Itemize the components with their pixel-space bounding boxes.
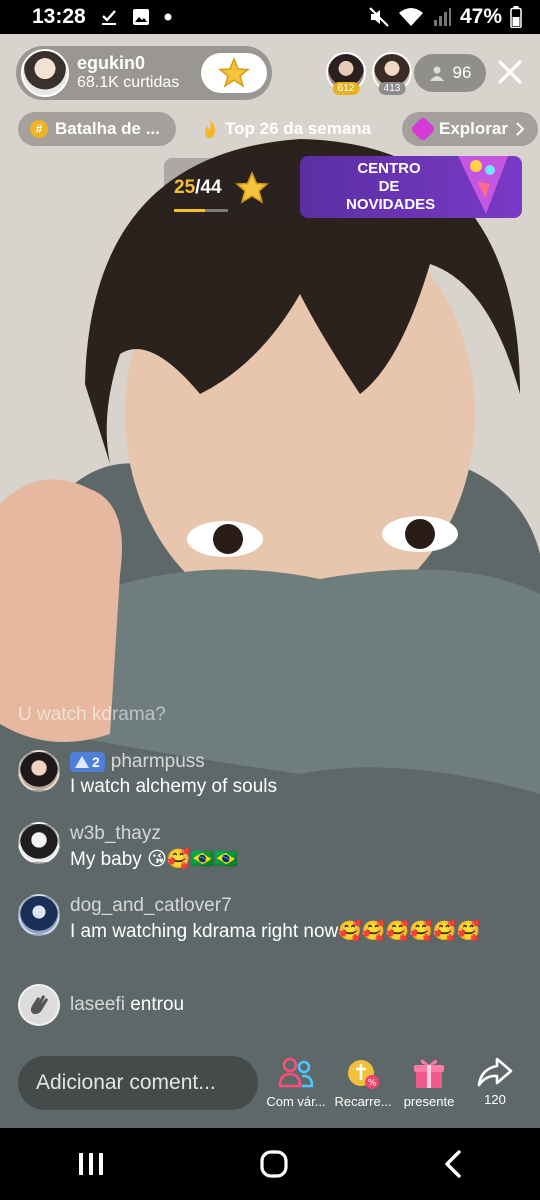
share-button[interactable]: 120	[459, 1056, 531, 1107]
chat-username[interactable]: dog_and_catlover7	[70, 894, 232, 919]
mute-icon	[368, 6, 390, 28]
chat-message[interactable]: w3b_thayz My baby 😘🥰🇧🇷🇧🇷	[18, 822, 518, 872]
recent-apps-icon[interactable]	[76, 1150, 106, 1178]
goal-progress-fill	[174, 209, 205, 212]
recharge-button[interactable]: % Recarre...	[327, 1056, 399, 1109]
hashtag-icon: #	[30, 120, 48, 138]
faded-message-text: U watch kdrama?	[18, 704, 166, 725]
multi-guest-icon	[278, 1057, 314, 1088]
explore-pill[interactable]: Explorar	[402, 112, 538, 146]
goal-count: 25/44	[174, 177, 222, 199]
host-username: egukin0	[77, 53, 146, 74]
chat-emoji: 🥰🥰🥰🥰🥰🥰	[338, 919, 481, 942]
back-icon[interactable]	[442, 1149, 464, 1179]
multi-guest-button[interactable]: Com vár...	[260, 1056, 332, 1109]
system-nav-bar	[0, 1128, 540, 1200]
host-likes: 68.1K curtidas	[77, 74, 180, 92]
recharge-coin-icon: %	[348, 1060, 379, 1089]
host-info[interactable]: egukin0 68.1K curtidas	[16, 46, 272, 100]
user-level-badge: 2	[70, 752, 105, 773]
wave-avatar	[18, 984, 60, 1026]
signal-icon	[432, 7, 452, 27]
goal-star-icon	[234, 171, 269, 204]
battery-icon	[510, 6, 522, 28]
chat-text: My baby	[70, 848, 148, 870]
clock: 13:28	[32, 5, 86, 28]
chat-avatar[interactable]	[18, 750, 60, 792]
wifi-icon	[398, 6, 424, 28]
gift-label: presente	[403, 1094, 455, 1109]
close-icon	[498, 60, 522, 84]
close-button[interactable]	[494, 56, 526, 88]
explore-label: Explorar	[439, 119, 508, 138]
notification-dot-icon	[164, 13, 172, 21]
flame-hand-icon	[205, 120, 216, 138]
join-message: laseefi entrou	[18, 984, 518, 1026]
level-triangle-icon	[75, 756, 89, 769]
join-username[interactable]: laseefi	[70, 994, 125, 1015]
top-viewer-badge: 413	[378, 82, 406, 95]
weekly-ranking-label: Top 26 da semana	[225, 119, 372, 138]
chat-faded-message: U watch kdrama?	[18, 704, 166, 726]
news-center-banner[interactable]: CENTRO DE NOVIDADES	[300, 156, 522, 218]
chat-message[interactable]: 2 pharmpuss I watch alchemy of souls	[18, 750, 518, 799]
explore-gem-icon	[410, 116, 436, 142]
chevron-right-icon	[516, 122, 525, 136]
chat-emoji: 😘🥰🇧🇷🇧🇷	[147, 847, 238, 870]
gift-icon	[414, 1059, 444, 1088]
share-icon	[477, 1057, 513, 1087]
top-viewer-avatar[interactable]: 413	[372, 52, 412, 95]
weekly-ranking-pill[interactable]: Top 26 da semana	[190, 112, 386, 146]
chat-avatar[interactable]	[18, 894, 60, 936]
home-icon[interactable]	[258, 1148, 290, 1180]
battery-percent: 47%	[459, 5, 502, 28]
recharge-label: Recarre...	[334, 1094, 392, 1109]
viewer-count-button[interactable]: 96	[414, 54, 486, 92]
wave-hand-icon	[30, 995, 48, 1015]
person-icon	[429, 66, 444, 81]
top-viewers: 612 413	[326, 52, 412, 95]
chat-username[interactable]: pharmpuss	[111, 750, 205, 775]
goal-total: /44	[195, 177, 222, 198]
goal-current: 25	[174, 177, 196, 198]
follow-button[interactable]	[201, 53, 267, 93]
star-goal[interactable]: 25/44	[164, 158, 282, 218]
goal-progress-bar	[174, 209, 228, 212]
chat-message[interactable]: dog_and_catlover7 I am watching kdrama r…	[18, 894, 518, 944]
battle-label: Batalha de ...	[55, 119, 160, 138]
chat-text: I watch alchemy of souls	[70, 775, 277, 797]
chat-username[interactable]: w3b_thayz	[70, 822, 161, 847]
host-avatar[interactable]	[21, 49, 69, 97]
chat-avatar[interactable]	[18, 822, 60, 864]
battle-pill[interactable]: # Batalha de ...	[18, 112, 176, 146]
star-icon	[218, 56, 250, 88]
gallery-icon	[132, 8, 150, 26]
top-viewer-badge: 612	[332, 82, 360, 95]
status-bar: 13:28 47%	[0, 0, 540, 34]
top-viewer-avatar[interactable]: 612	[326, 52, 366, 95]
join-text: entrou	[130, 994, 185, 1015]
share-count: 120	[484, 1092, 506, 1107]
svg-text:%: %	[368, 1079, 377, 1089]
viewer-count-value: 96	[452, 63, 472, 82]
comment-input[interactable]: Adicionar coment...	[18, 1056, 258, 1110]
news-center-label: CENTRO DE NOVIDADES	[346, 160, 436, 213]
news-center-art-icon	[458, 156, 508, 214]
download-done-icon	[100, 8, 118, 26]
chat-text: I am watching kdrama right now	[70, 920, 339, 942]
gift-button[interactable]: presente	[393, 1056, 465, 1109]
multi-guest-label: Com vár...	[266, 1094, 326, 1109]
